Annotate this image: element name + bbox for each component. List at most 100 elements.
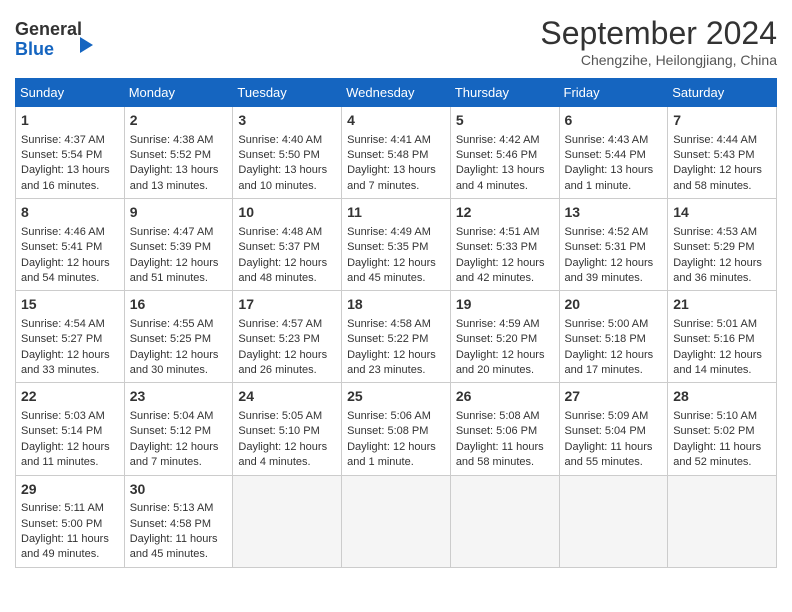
- calendar-cell: [559, 475, 668, 567]
- sunrise-text: Sunrise: 5:10 AM: [673, 410, 757, 422]
- sunset-text: Sunset: 5:46 PM: [456, 149, 537, 161]
- sunrise-text: Sunrise: 4:51 AM: [456, 226, 540, 238]
- calendar-week-5: 29 Sunrise: 5:11 AM Sunset: 5:00 PM Dayligh…: [16, 475, 777, 567]
- daylight-text: Daylight: 12 hours and 7 minutes.: [130, 441, 219, 468]
- sunrise-text: Sunrise: 5:04 AM: [130, 410, 214, 422]
- calendar-cell: 8Sunrise: 4:46 AMSunset: 5:41 PMDaylight…: [16, 199, 125, 291]
- sunset-text: Sunset: 5:08 PM: [347, 425, 428, 437]
- sunset-text: Sunset: 5:10 PM: [238, 425, 319, 437]
- sunset-text: Sunset: 5:00 PM: [21, 518, 102, 530]
- sunset-text: Sunset: 5:23 PM: [238, 333, 319, 345]
- day-number: 29: [21, 480, 119, 500]
- daylight-text: Daylight: 12 hours and 14 minutes.: [673, 349, 762, 376]
- daylight-text: Daylight: 12 hours and 23 minutes.: [347, 349, 436, 376]
- day-number: 13: [565, 203, 663, 223]
- sunrise-text: Sunrise: 4:46 AM: [21, 226, 105, 238]
- calendar-cell: 10Sunrise: 4:48 AMSunset: 5:37 PMDayligh…: [233, 199, 342, 291]
- calendar-cell: 5 Sunrise: 4:42 AM Sunset: 5:46 PM Daylight…: [450, 107, 559, 199]
- calendar-week-1: 1 Sunrise: 4:37 AM Sunset: 5:54 PM Daylight…: [16, 107, 777, 199]
- day-number: 4: [347, 111, 445, 131]
- calendar-cell: 25Sunrise: 5:06 AMSunset: 5:08 PMDayligh…: [342, 383, 451, 475]
- calendar-week-2: 8Sunrise: 4:46 AMSunset: 5:41 PMDaylight…: [16, 199, 777, 291]
- daylight-text: Daylight: 12 hours and 33 minutes.: [21, 349, 110, 376]
- sunset-text: Sunset: 5:18 PM: [565, 333, 646, 345]
- calendar-cell: 21Sunrise: 5:01 AMSunset: 5:16 PMDayligh…: [668, 291, 777, 383]
- sunrise-text: Sunrise: 4:52 AM: [565, 226, 649, 238]
- daylight-text: Daylight: 12 hours and 1 minute.: [347, 441, 436, 468]
- day-number: 5: [456, 111, 554, 131]
- sunrise-text: Sunrise: 4:42 AM: [456, 134, 540, 146]
- day-number: 26: [456, 387, 554, 407]
- day-number: 15: [21, 295, 119, 315]
- calendar-cell: 17Sunrise: 4:57 AMSunset: 5:23 PMDayligh…: [233, 291, 342, 383]
- daylight-text: Daylight: 11 hours and 58 minutes.: [456, 441, 544, 468]
- day-number: 2: [130, 111, 228, 131]
- sunrise-text: Sunrise: 4:43 AM: [565, 134, 649, 146]
- day-number: 25: [347, 387, 445, 407]
- day-number: 22: [21, 387, 119, 407]
- calendar-cell: 14Sunrise: 4:53 AMSunset: 5:29 PMDayligh…: [668, 199, 777, 291]
- sunset-text: Sunset: 5:12 PM: [130, 425, 211, 437]
- calendar-cell: 4Sunrise: 4:41 AMSunset: 5:48 PMDaylight…: [342, 107, 451, 199]
- calendar-cell: 13Sunrise: 4:52 AMSunset: 5:31 PMDayligh…: [559, 199, 668, 291]
- daylight-text: Daylight: 13 hours and 13 minutes.: [130, 164, 219, 191]
- daylight-text: Daylight: 12 hours and 4 minutes.: [238, 441, 327, 468]
- daylight-text: Daylight: 12 hours and 58 minutes.: [673, 164, 762, 191]
- day-number: 27: [565, 387, 663, 407]
- sunset-text: Sunset: 5:54 PM: [21, 149, 102, 161]
- sunset-text: Sunset: 5:14 PM: [21, 425, 102, 437]
- sunrise-text: Sunrise: 4:41 AM: [347, 134, 431, 146]
- day-header-monday: Monday: [124, 79, 233, 107]
- daylight-text: Daylight: 13 hours and 4 minutes.: [456, 164, 545, 191]
- calendar-cell: 23Sunrise: 5:04 AMSunset: 5:12 PMDayligh…: [124, 383, 233, 475]
- sunrise-text: Sunrise: 5:03 AM: [21, 410, 105, 422]
- daylight-text: Daylight: 11 hours and 45 minutes.: [130, 533, 218, 560]
- sunset-text: Sunset: 5:41 PM: [21, 241, 102, 253]
- calendar-cell: 30Sunrise: 5:13 AMSunset: 4:58 PMDayligh…: [124, 475, 233, 567]
- svg-text:Blue: Blue: [15, 39, 54, 59]
- sunrise-text: Sunrise: 4:58 AM: [347, 318, 431, 330]
- daylight-text: Daylight: 11 hours and 55 minutes.: [565, 441, 653, 468]
- day-header-sunday: Sunday: [16, 79, 125, 107]
- day-number: 3: [238, 111, 336, 131]
- sunrise-text: Sunrise: 4:37 AM: [21, 134, 105, 146]
- calendar-cell: [342, 475, 451, 567]
- sunset-text: Sunset: 5:35 PM: [347, 241, 428, 253]
- days-header-row: SundayMondayTuesdayWednesdayThursdayFrid…: [16, 79, 777, 107]
- sunset-text: Sunset: 5:43 PM: [673, 149, 754, 161]
- sunset-text: Sunset: 5:50 PM: [238, 149, 319, 161]
- day-number: 9: [130, 203, 228, 223]
- sunrise-text: Sunrise: 4:49 AM: [347, 226, 431, 238]
- sunset-text: Sunset: 5:33 PM: [456, 241, 537, 253]
- daylight-text: Daylight: 13 hours and 16 minutes.: [21, 164, 110, 191]
- calendar-cell: 7Sunrise: 4:44 AMSunset: 5:43 PMDaylight…: [668, 107, 777, 199]
- sunset-text: Sunset: 5:27 PM: [21, 333, 102, 345]
- day-header-saturday: Saturday: [668, 79, 777, 107]
- calendar-table: SundayMondayTuesdayWednesdayThursdayFrid…: [15, 78, 777, 568]
- calendar-cell: 3Sunrise: 4:40 AMSunset: 5:50 PMDaylight…: [233, 107, 342, 199]
- day-number: 11: [347, 203, 445, 223]
- daylight-text: Daylight: 13 hours and 7 minutes.: [347, 164, 436, 191]
- day-number: 10: [238, 203, 336, 223]
- daylight-text: Daylight: 12 hours and 39 minutes.: [565, 257, 654, 284]
- day-number: 1: [21, 111, 119, 131]
- day-number: 21: [673, 295, 771, 315]
- calendar-cell: 20Sunrise: 5:00 AMSunset: 5:18 PMDayligh…: [559, 291, 668, 383]
- sunset-text: Sunset: 5:29 PM: [673, 241, 754, 253]
- logo: GeneralBlue: [15, 15, 95, 60]
- day-number: 19: [456, 295, 554, 315]
- calendar-cell: 26Sunrise: 5:08 AMSunset: 5:06 PMDayligh…: [450, 383, 559, 475]
- logo-icon: GeneralBlue: [15, 15, 95, 60]
- sunrise-text: Sunrise: 5:11 AM: [21, 502, 104, 514]
- calendar-week-4: 22 Sunrise: 5:03 AM Sunset: 5:14 PM Dayligh…: [16, 383, 777, 475]
- day-number: 12: [456, 203, 554, 223]
- daylight-text: Daylight: 12 hours and 48 minutes.: [238, 257, 327, 284]
- calendar-cell: 18Sunrise: 4:58 AMSunset: 5:22 PMDayligh…: [342, 291, 451, 383]
- day-number: 24: [238, 387, 336, 407]
- sunset-text: Sunset: 5:25 PM: [130, 333, 211, 345]
- calendar-cell: 19Sunrise: 4:59 AMSunset: 5:20 PMDayligh…: [450, 291, 559, 383]
- calendar-cell: 1 Sunrise: 4:37 AM Sunset: 5:54 PM Daylight…: [16, 107, 125, 199]
- calendar-cell: [233, 475, 342, 567]
- sunset-text: Sunset: 5:44 PM: [565, 149, 646, 161]
- month-title: September 2024: [540, 15, 777, 52]
